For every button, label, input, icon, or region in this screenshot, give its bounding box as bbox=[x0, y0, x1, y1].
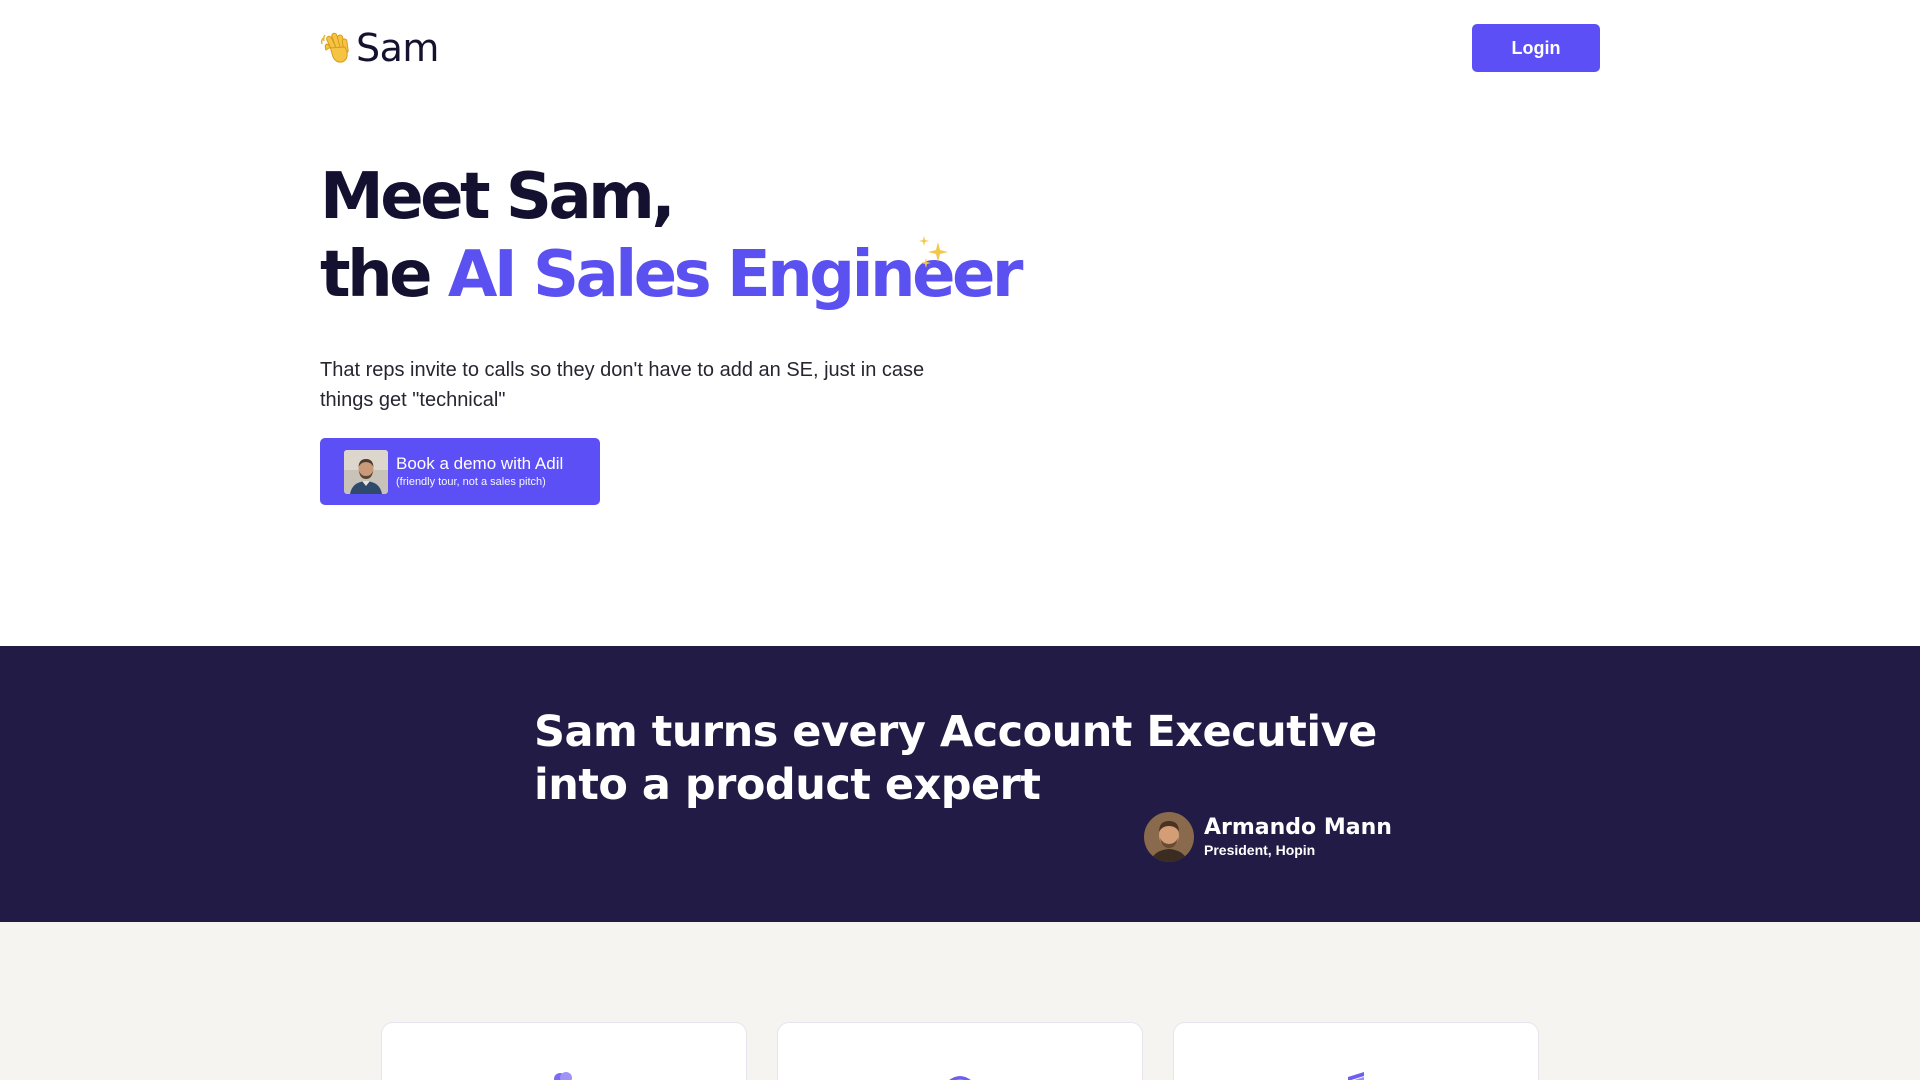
logo[interactable]: Sam bbox=[320, 26, 439, 70]
testimonial-name: Armando Mann bbox=[1204, 815, 1392, 840]
hero-title-prefix: the bbox=[320, 238, 448, 312]
waving-hand-icon bbox=[320, 32, 349, 63]
logo-text: Sam bbox=[356, 26, 439, 70]
feature-card bbox=[777, 1022, 1143, 1080]
testimonial-role: President, Hopin bbox=[1204, 842, 1316, 858]
avatar bbox=[344, 449, 388, 494]
testimonial-quote: Sam turns every Account Executive into a… bbox=[534, 706, 1377, 812]
avatar bbox=[1144, 812, 1194, 862]
hero-title-line1: Meet Sam, bbox=[320, 160, 676, 234]
quote-line1: Sam turns every Account Executive bbox=[534, 707, 1377, 757]
hero-subtitle: That reps invite to calls so they don't … bbox=[320, 359, 925, 411]
testimonial-info: Armando Mann President, Hopin bbox=[1204, 815, 1392, 859]
demo-button-label: Book a demo with Adil bbox=[396, 453, 564, 473]
testimonial-author: Armando Mann President, Hopin bbox=[1144, 812, 1392, 862]
sparkles-icon bbox=[919, 236, 948, 268]
feature-card bbox=[1173, 1022, 1539, 1080]
feature-icon bbox=[1348, 1072, 1364, 1080]
book-demo-button[interactable]: Book a demo with Adil (friendly tour, no… bbox=[320, 438, 600, 505]
hero-title: Meet Sam, the AI Sales Engineer bbox=[320, 158, 1023, 314]
testimonial-band: Sam turns every Account Executive into a… bbox=[0, 646, 1920, 922]
demo-button-sublabel: (friendly tour, not a sales pitch) bbox=[396, 475, 546, 488]
login-button[interactable]: Login bbox=[1472, 24, 1600, 72]
feature-icon bbox=[554, 1072, 572, 1080]
feature-icon bbox=[949, 1076, 971, 1080]
site-header: Sam Login bbox=[320, 22, 1600, 74]
feature-card bbox=[381, 1022, 747, 1080]
features-section bbox=[0, 922, 1920, 1080]
demo-button-text: Book a demo with Adil (friendly tour, no… bbox=[396, 454, 563, 490]
quote-line2: into a product expert bbox=[534, 760, 1041, 810]
